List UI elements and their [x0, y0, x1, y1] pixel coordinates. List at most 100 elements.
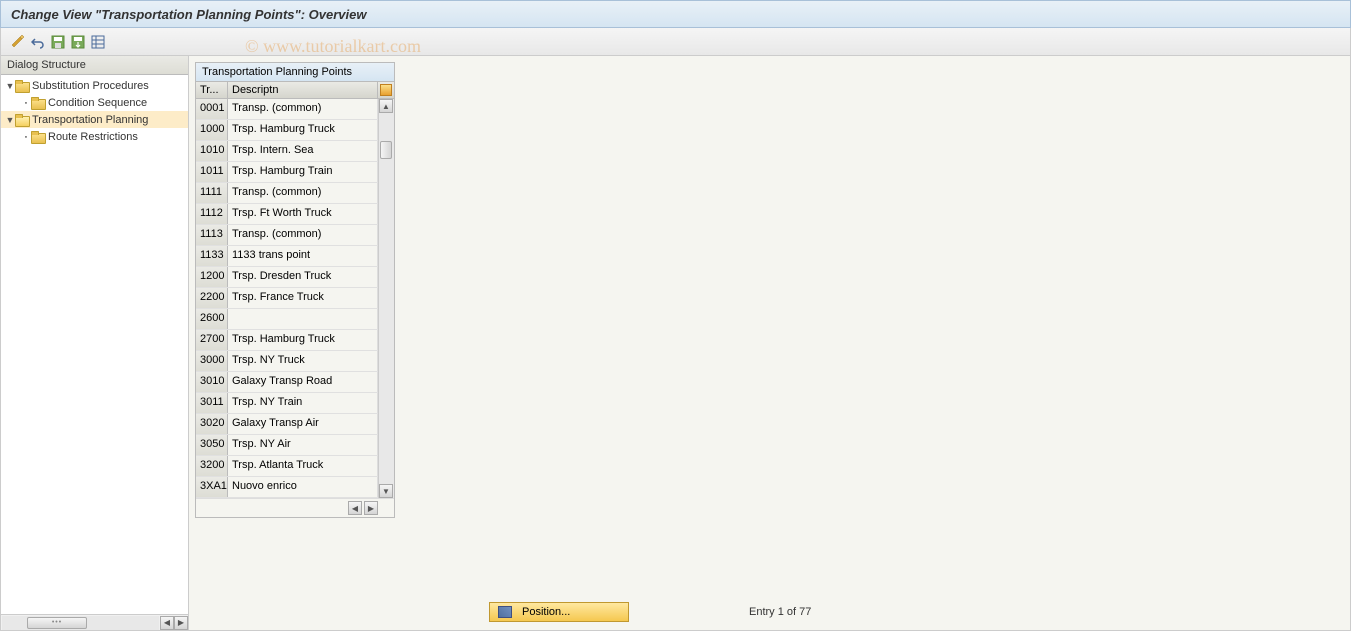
cell-description[interactable]: Trsp. Hamburg Truck [228, 330, 378, 350]
cell-description[interactable]: Trsp. Hamburg Train [228, 162, 378, 182]
row-selector[interactable]: 1111 [196, 183, 228, 203]
row-selector[interactable]: 2200 [196, 288, 228, 308]
table-body-wrap: 0001Transp. (common)1000Trsp. Hamburg Tr… [196, 99, 394, 498]
row-selector[interactable]: 3011 [196, 393, 228, 413]
column-select-all[interactable] [378, 82, 394, 98]
cell-description[interactable]: Trsp. NY Train [228, 393, 378, 413]
main-area: Dialog Structure ▼Substitution Procedure… [0, 56, 1351, 631]
hscroll-track[interactable]: ••• [2, 616, 159, 630]
row-selector[interactable]: 1011 [196, 162, 228, 182]
page-title: Change View "Transportation Planning Poi… [11, 7, 366, 22]
tree-item-label: Transportation Planning [32, 114, 148, 126]
tree-item-label: Route Restrictions [48, 131, 138, 143]
save-as-button[interactable] [69, 33, 87, 51]
cell-description[interactable]: Trsp. Hamburg Truck [228, 120, 378, 140]
cell-description[interactable]: Trsp. Ft Worth Truck [228, 204, 378, 224]
table-row[interactable]: 2200Trsp. France Truck [196, 288, 378, 309]
row-selector[interactable]: 1112 [196, 204, 228, 224]
sidebar-hscroll: ••• ◀ ▶ [1, 614, 188, 630]
cell-description[interactable]: Transp. (common) [228, 225, 378, 245]
pencil-glasses-icon [10, 35, 26, 49]
row-selector[interactable]: 1113 [196, 225, 228, 245]
hscroll-left[interactable]: ◀ [160, 616, 174, 630]
row-selector[interactable]: 3XA1 [196, 477, 228, 497]
cell-description[interactable]: Trsp. France Truck [228, 288, 378, 308]
table-row[interactable]: 3020Galaxy Transp Air [196, 414, 378, 435]
tree-expander-icon: ● [21, 100, 31, 105]
row-selector[interactable]: 3050 [196, 435, 228, 455]
table-vscroll: ▲ ▼ [378, 99, 394, 498]
table-hscroll-right[interactable]: ▶ [364, 501, 378, 515]
cell-description[interactable]: Trsp. Intern. Sea [228, 141, 378, 161]
vscroll-track[interactable] [379, 113, 394, 484]
cell-description[interactable]: Galaxy Transp Road [228, 372, 378, 392]
row-selector[interactable]: 3000 [196, 351, 228, 371]
row-selector[interactable]: 2700 [196, 330, 228, 350]
row-selector[interactable]: 0001 [196, 99, 228, 119]
title-bar: Change View "Transportation Planning Poi… [0, 0, 1351, 28]
tree-item[interactable]: ●Condition Sequence [1, 94, 188, 111]
tree-expander-icon: ● [21, 134, 31, 139]
save-button[interactable] [49, 33, 67, 51]
save-as-icon [71, 35, 85, 49]
table-hscroll-left[interactable]: ◀ [348, 501, 362, 515]
cell-description[interactable]: 1133 trans point [228, 246, 378, 266]
cell-description[interactable]: Trsp. NY Air [228, 435, 378, 455]
table-row[interactable]: 1000Trsp. Hamburg Truck [196, 120, 378, 141]
column-header-description[interactable]: Descriptn [228, 82, 378, 98]
table-row[interactable]: 1113Transp. (common) [196, 225, 378, 246]
footer: Position... Entry 1 of 77 [489, 602, 811, 622]
undo-button[interactable] [29, 33, 47, 51]
change-display-button[interactable] [9, 33, 27, 51]
table-row[interactable]: 3011Trsp. NY Train [196, 393, 378, 414]
cell-description[interactable]: Galaxy Transp Air [228, 414, 378, 434]
cell-description[interactable]: Trsp. NY Truck [228, 351, 378, 371]
cell-description[interactable]: Trsp. Dresden Truck [228, 267, 378, 287]
table-row[interactable]: 3000Trsp. NY Truck [196, 351, 378, 372]
table-row[interactable]: 2700Trsp. Hamburg Truck [196, 330, 378, 351]
position-button[interactable]: Position... [489, 602, 629, 622]
tree-item[interactable]: ● Route Restrictions [1, 128, 188, 145]
table-row[interactable]: 11331133 trans point [196, 246, 378, 267]
table-row[interactable]: 1011Trsp. Hamburg Train [196, 162, 378, 183]
row-selector[interactable]: 1010 [196, 141, 228, 161]
table-row[interactable]: 3050Trsp. NY Air [196, 435, 378, 456]
cell-description[interactable]: Nuovo enrico [228, 477, 378, 497]
tree-item[interactable]: ▼ Transportation Planning [1, 111, 188, 128]
table-row[interactable]: 1111Transp. (common) [196, 183, 378, 204]
table-row[interactable]: 0001Transp. (common) [196, 99, 378, 120]
table-row[interactable]: 1200Trsp. Dresden Truck [196, 267, 378, 288]
folder-icon [31, 131, 45, 143]
table-row[interactable]: 1010Trsp. Intern. Sea [196, 141, 378, 162]
cell-description[interactable]: Transp. (common) [228, 183, 378, 203]
table-row[interactable]: 3010Galaxy Transp Road [196, 372, 378, 393]
row-selector[interactable]: 3010 [196, 372, 228, 392]
folder-icon [31, 97, 45, 109]
sidebar-header: Dialog Structure [1, 56, 188, 75]
hscroll-right[interactable]: ▶ [174, 616, 188, 630]
folder-icon [15, 114, 29, 126]
cell-description[interactable]: Trsp. Atlanta Truck [228, 456, 378, 476]
table-row[interactable]: 3200Trsp. Atlanta Truck [196, 456, 378, 477]
tree-expander-icon[interactable]: ▼ [5, 115, 15, 125]
row-selector[interactable]: 3200 [196, 456, 228, 476]
table-row[interactable]: 3XA1Nuovo enrico [196, 477, 378, 498]
cell-description[interactable]: Transp. (common) [228, 99, 378, 119]
row-selector[interactable]: 3020 [196, 414, 228, 434]
table-row[interactable]: 1112Trsp. Ft Worth Truck [196, 204, 378, 225]
table-body: 0001Transp. (common)1000Trsp. Hamburg Tr… [196, 99, 378, 498]
vscroll-down[interactable]: ▼ [379, 484, 393, 498]
table-row[interactable]: 2600 [196, 309, 378, 330]
tree-expander-icon[interactable]: ▼ [5, 81, 15, 91]
column-header-code[interactable]: Tr... [196, 82, 228, 98]
row-selector[interactable]: 1200 [196, 267, 228, 287]
recall-button[interactable] [89, 33, 107, 51]
vscroll-up[interactable]: ▲ [379, 99, 393, 113]
cell-description[interactable] [228, 309, 378, 329]
row-selector[interactable]: 1133 [196, 246, 228, 266]
tree-item[interactable]: ▼Substitution Procedures [1, 77, 188, 94]
row-selector[interactable]: 1000 [196, 120, 228, 140]
vscroll-thumb[interactable] [380, 141, 392, 159]
row-selector[interactable]: 2600 [196, 309, 228, 329]
hscroll-thumb[interactable]: ••• [27, 617, 87, 629]
